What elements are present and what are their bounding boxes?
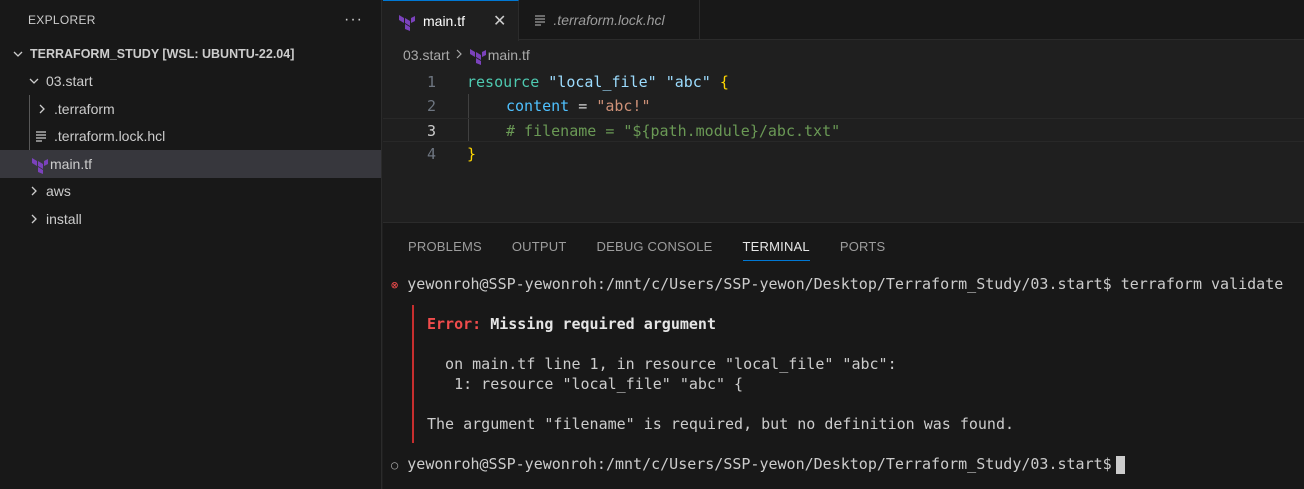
indent-guide — [29, 122, 30, 150]
tab-debug-console[interactable]: DEBUG CONSOLE — [597, 223, 713, 269]
workspace-root-label: TERRAFORM_STUDY [WSL: UBUNTU-22.04] — [30, 46, 295, 61]
file-lines-icon — [34, 128, 50, 144]
tree-item-label: main.tf — [50, 155, 93, 172]
error-title: Missing required argument — [490, 315, 716, 333]
error-location: on main.tf line 1, in resource "local_fi… — [427, 355, 897, 373]
chevron-down-icon — [26, 75, 42, 87]
error-label: Error: — [427, 315, 482, 333]
terraform-icon — [468, 47, 486, 65]
indent-guide — [468, 94, 469, 118]
tab-terminal[interactable]: TERMINAL — [742, 223, 811, 269]
tree-item-label: aws — [46, 183, 71, 200]
code-token: = — [569, 97, 597, 115]
terraform-icon — [397, 13, 415, 31]
error-bar — [412, 305, 414, 443]
breadcrumb-folder[interactable]: 03.start — [403, 47, 450, 63]
tab-main-tf[interactable]: main.tf ✕ — [383, 0, 520, 41]
tree-item-install[interactable]: install — [0, 205, 381, 233]
explorer-sidebar: EXPLORER ··· TERRAFORM_STUDY [WSL: UBUNT… — [0, 0, 382, 489]
line-number: 2 — [426, 97, 436, 115]
tab-label: main.tf — [423, 13, 466, 29]
code-line: 2 content = "abc!" — [383, 94, 1304, 118]
editor-area: main.tf ✕ .terraform.lock.hcl 03.start m… — [383, 0, 1304, 222]
file-lines-icon — [533, 12, 549, 28]
tab-problems[interactable]: PROBLEMS — [408, 223, 482, 269]
chevron-down-icon — [10, 48, 26, 60]
code-token: { — [719, 73, 729, 91]
editor-tabs: main.tf ✕ .terraform.lock.hcl — [383, 0, 1304, 41]
code-comment: # filename = "${path.module}/abc.txt" — [506, 122, 841, 140]
terminal-command-line: ⊗ yewonroh@SSP-yewonroh:/mnt/c/Users/SSP… — [391, 275, 1283, 293]
tree-item-main-tf[interactable]: main.tf — [0, 150, 381, 178]
error-circle-icon[interactable]: ⊗ — [391, 278, 398, 292]
tree-item-aws[interactable]: aws — [0, 178, 381, 206]
prompt-circle-icon: ○ — [391, 458, 399, 472]
error-source: 1: resource "local_file" "abc" { — [427, 375, 744, 393]
tree-item-03-start[interactable]: 03.start — [0, 68, 381, 96]
chevron-right-icon — [454, 48, 464, 62]
tree-item-terraform-folder[interactable]: .terraform — [0, 95, 381, 123]
terminal-cursor — [1115, 455, 1125, 474]
breadcrumb-file[interactable]: main.tf — [488, 47, 530, 63]
chevron-right-icon — [26, 213, 42, 225]
more-actions-icon[interactable]: ··· — [344, 11, 363, 29]
terraform-icon — [30, 156, 48, 174]
line-number: 4 — [426, 145, 436, 163]
terminal-prompt-line: ○ yewonroh@SSP-yewonroh:/mnt/c/Users/SSP… — [391, 455, 1125, 474]
close-icon[interactable]: ✕ — [493, 11, 506, 31]
tree-item-lock-file[interactable]: .terraform.lock.hcl — [0, 122, 381, 150]
indent-guide — [468, 119, 469, 141]
code-token: "local_file" — [548, 73, 657, 91]
workspace-root[interactable]: TERRAFORM_STUDY [WSL: UBUNTU-22.04] — [0, 40, 381, 68]
chevron-right-icon — [26, 185, 42, 197]
code-token: "abc!" — [596, 97, 651, 115]
code-line: 1 resource "local_file" "abc" { — [383, 70, 1304, 94]
code-editor[interactable]: 1 resource "local_file" "abc" { 2 conten… — [383, 70, 1304, 166]
code-token: "abc" — [665, 73, 711, 91]
tree-item-label: .terraform.lock.hcl — [54, 128, 166, 145]
indent-guide — [29, 95, 30, 123]
tab-ports[interactable]: PORTS — [840, 223, 886, 269]
code-token: } — [467, 145, 477, 163]
tree-item-label: install — [46, 210, 82, 227]
terminal-command: yewonroh@SSP-yewonroh:/mnt/c/Users/SSP-y… — [407, 275, 1284, 293]
error-heading: Error: Missing required argument — [427, 315, 716, 333]
code-line-current: 3 # filename = "${path.module}/abc.txt" — [383, 118, 1304, 142]
chevron-right-icon — [34, 103, 50, 115]
terminal-prompt: yewonroh@SSP-yewonroh:/mnt/c/Users/SSP-y… — [407, 455, 1112, 473]
code-token: resource — [467, 73, 540, 91]
error-message: The argument "filename" is required, but… — [427, 415, 1014, 433]
bottom-panel: PROBLEMS OUTPUT DEBUG CONSOLE TERMINAL P… — [383, 222, 1304, 489]
line-number: 3 — [426, 122, 436, 140]
explorer-title: EXPLORER — [28, 13, 96, 27]
code-token: content — [506, 97, 570, 115]
explorer-header: EXPLORER ··· — [0, 0, 381, 40]
tab-output[interactable]: OUTPUT — [512, 223, 567, 269]
breadcrumb: 03.start main.tf — [383, 40, 1304, 70]
code-line: 4 } — [383, 142, 1304, 166]
tab-label: .terraform.lock.hcl — [553, 12, 665, 28]
panel-tabs: PROBLEMS OUTPUT DEBUG CONSOLE TERMINAL P… — [383, 223, 1304, 269]
line-number: 1 — [426, 73, 436, 91]
tree-item-label: 03.start — [46, 73, 93, 90]
tree-item-label: .terraform — [54, 100, 115, 117]
tab-lock-file[interactable]: .terraform.lock.hcl — [519, 0, 700, 40]
